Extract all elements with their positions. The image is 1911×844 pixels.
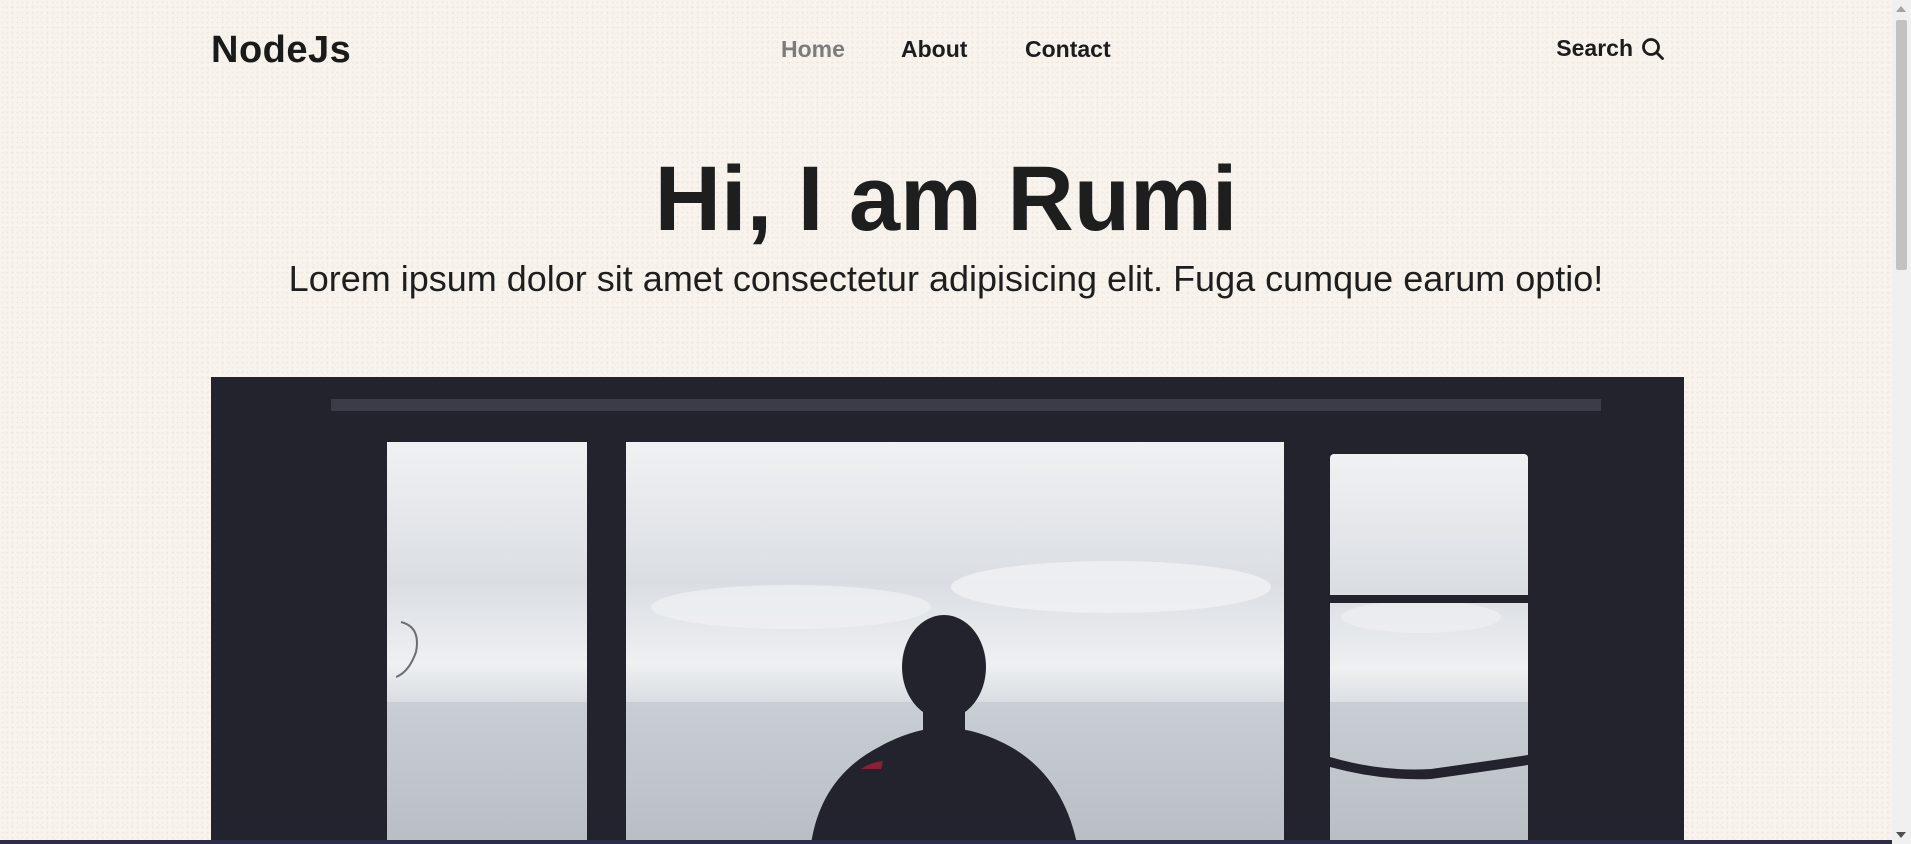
site-header: NodeJs Home About Contact Search — [211, 0, 1665, 100]
scroll-down-icon[interactable] — [1896, 832, 1906, 838]
hero-image — [211, 377, 1684, 844]
vertical-scrollbar[interactable] — [1892, 0, 1911, 844]
scrollbar-thumb[interactable] — [1896, 20, 1907, 270]
site-logo[interactable]: NodeJs — [211, 29, 351, 72]
scroll-up-icon[interactable] — [1896, 6, 1906, 12]
search-label: Search — [1556, 35, 1633, 61]
hero-title: Hi, I am Rumi — [654, 148, 1238, 250]
bottom-edge — [0, 840, 1892, 844]
hero-subtitle: Lorem ipsum dolor sit amet consectetur a… — [288, 258, 1604, 299]
nav-about-link[interactable]: About — [901, 36, 967, 63]
nav-home-link[interactable]: Home — [781, 36, 845, 63]
search-icon — [1641, 37, 1665, 61]
search-button[interactable]: Search — [1556, 35, 1665, 62]
nav-contact-link[interactable]: Contact — [1025, 36, 1111, 63]
